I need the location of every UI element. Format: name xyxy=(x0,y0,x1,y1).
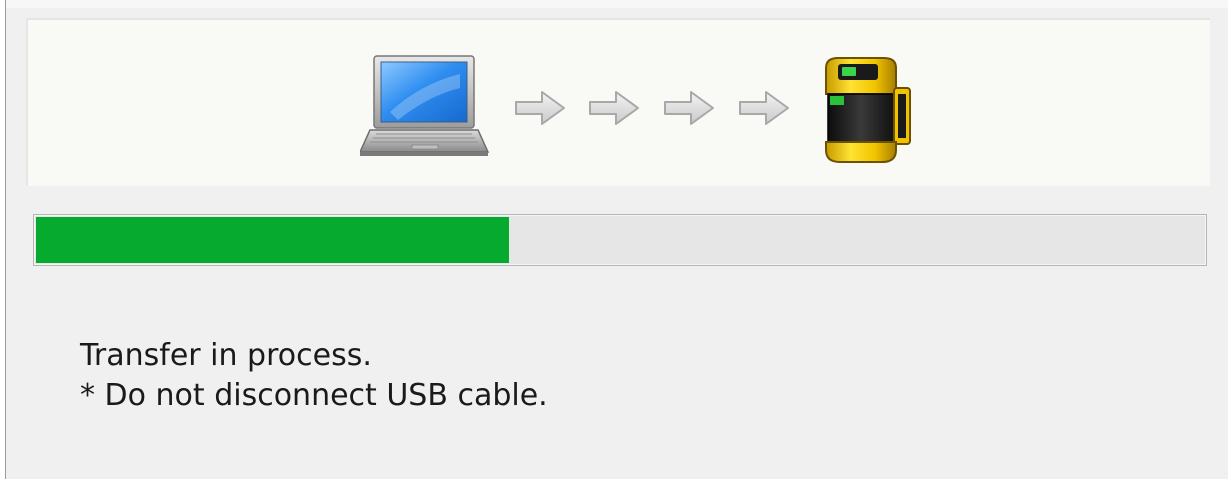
safety-scanner-device-icon xyxy=(825,57,911,163)
transfer-progress-bar xyxy=(33,214,1207,266)
usb-warning-text: * Do not disconnect USB cable. xyxy=(80,378,548,413)
progress-bar-fill xyxy=(36,217,509,263)
laptop-icon xyxy=(360,55,490,156)
arrow-right-icon xyxy=(515,91,565,125)
transfer-illustration-panel xyxy=(26,18,1210,186)
arrow-right-icon xyxy=(664,91,714,125)
status-text: Transfer in process. xyxy=(80,338,372,373)
window-left-border xyxy=(0,0,6,479)
arrow-right-icon xyxy=(589,91,639,125)
arrow-right-icon xyxy=(739,91,789,125)
window-top-edge xyxy=(6,0,1228,8)
status-message: Transfer in process. * Do not disconnect… xyxy=(80,336,548,416)
